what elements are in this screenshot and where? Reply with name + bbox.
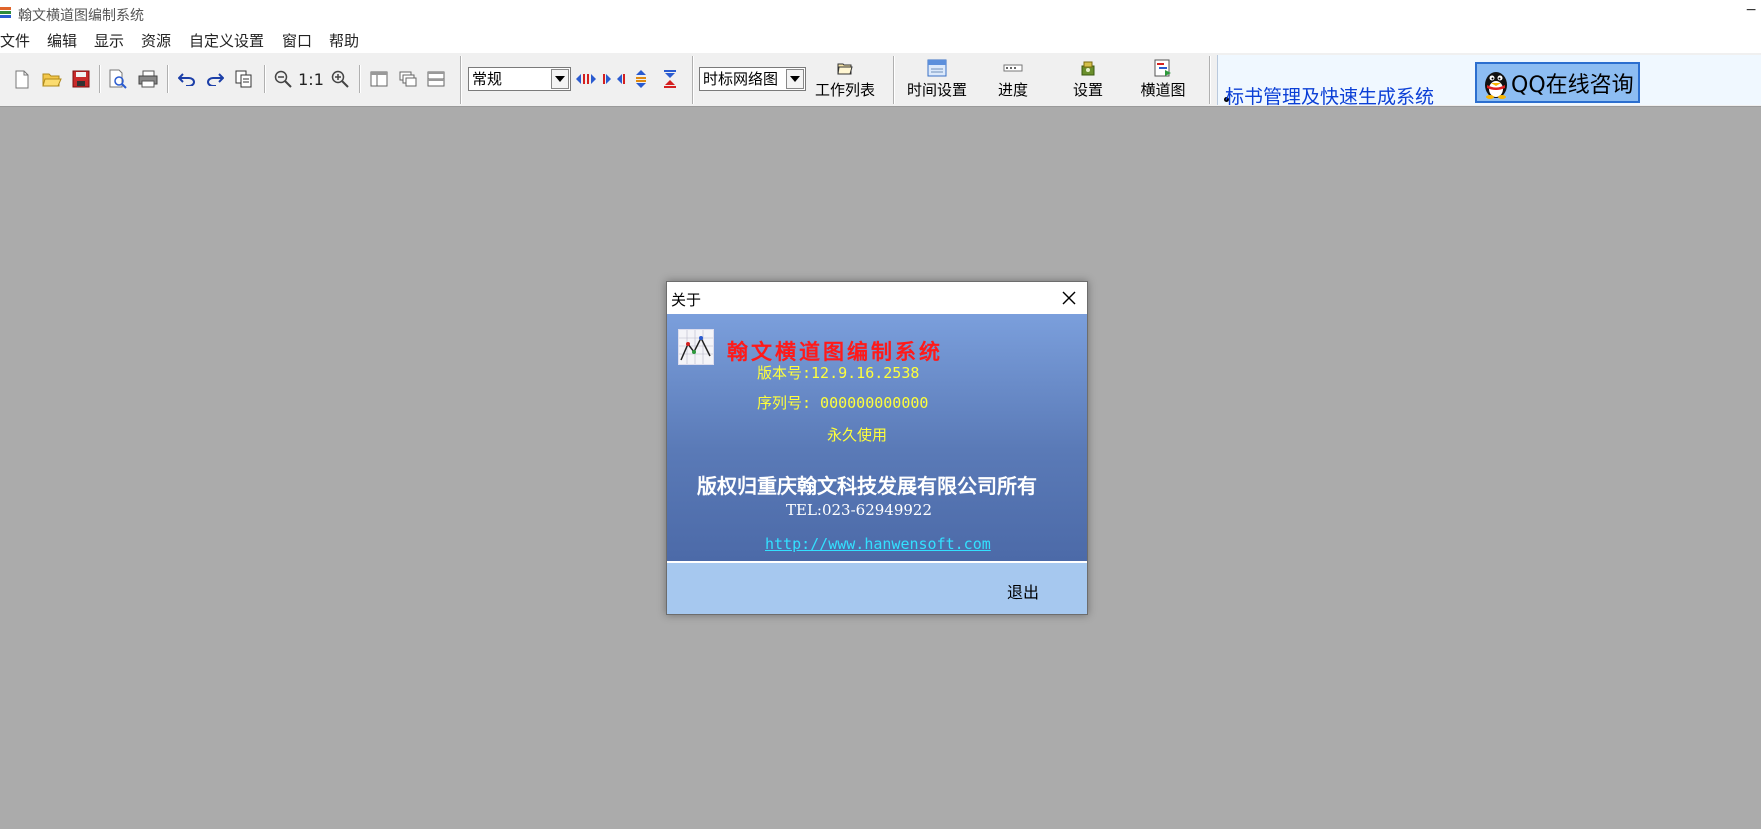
serial-number-text: 序列号: 000000000000 [757,394,929,412]
zoom-in-icon[interactable] [329,68,351,90]
menu-bar: 文件 编辑 显示 资源 自定义设置 窗口 帮助 [0,27,1761,53]
calendar-icon [927,59,947,77]
chevron-down-icon[interactable] [551,69,569,89]
close-icon[interactable] [1059,288,1079,308]
window-titlebar: 翰文横道图编制系统 − [0,0,1761,27]
toolbar-separator [167,65,169,93]
progress-label: 进度 [997,81,1028,99]
shrink-vertical-icon[interactable] [659,68,681,90]
gantt-chart-icon [1153,59,1173,77]
settings-icon [1078,59,1098,77]
toolbar-separator [893,56,895,104]
undo-icon[interactable] [176,68,198,90]
menu-resources[interactable]: 资源 [141,30,171,51]
version-text: 版本号:12.9.16.2538 [757,364,920,382]
license-text: 永久使用 [827,426,888,444]
split-rows-icon[interactable] [425,68,447,90]
menu-view[interactable]: 显示 [94,30,124,51]
work-list-label: 工作列表 [814,81,875,99]
bid-management-link[interactable]: 标书管理及快速生成系统 [1225,82,1434,109]
redo-icon[interactable] [204,68,226,90]
progress-bar-icon [1003,59,1023,77]
dialog-body: 翰文横道图编制系统 版本号:12.9.16.2538 序列号: 00000000… [667,314,1087,562]
shrink-horizontal-icon[interactable] [603,68,625,90]
gantt-chart-button[interactable]: 横道图 [1134,59,1192,101]
new-file-icon[interactable] [11,68,33,90]
menu-custom-settings[interactable]: 自定义设置 [189,30,264,51]
expand-vertical-icon[interactable] [630,68,652,90]
toolbar-separator [460,56,462,104]
menu-file[interactable]: 文件 [0,30,30,51]
folder-icon [835,59,855,77]
penguin-icon [1481,66,1511,100]
style-select[interactable]: 常规 [468,67,571,91]
work-list-button[interactable]: 工作列表 [812,59,878,101]
print-icon[interactable] [137,68,159,90]
toolbar-separator [359,65,361,93]
app-icon [0,5,12,20]
toolbar-separator [692,56,694,104]
style-select-value: 常规 [472,70,503,88]
menu-help[interactable]: 帮助 [329,30,359,51]
exit-button[interactable]: 退出 [1007,579,1039,603]
dialog-footer: 退出 [667,563,1087,614]
zoom-out-icon[interactable] [272,68,294,90]
expand-horizontal-icon[interactable] [575,68,597,90]
print-preview-icon[interactable] [107,68,129,90]
website-link[interactable]: http://www.hanwensoft.com [765,535,991,553]
zoom-reset-button[interactable]: 1:1 [298,68,324,90]
progress-button[interactable]: 进度 [987,59,1039,101]
about-dialog: 关于 翰文横道图编制系统 版本号:12.9.16.2538 序列号: 00000… [666,281,1088,615]
chevron-down-icon[interactable] [786,69,804,89]
copy-icon[interactable] [233,68,255,90]
time-settings-button[interactable]: 时间设置 [902,59,972,101]
window-title: 翰文横道图编制系统 [18,8,144,24]
cascade-windows-icon[interactable] [397,68,419,90]
split-columns-icon[interactable] [368,68,390,90]
toolbar-separator [1209,56,1211,104]
qq-consult-label: QQ在线咨询 [1511,72,1634,98]
settings-label: 设置 [1072,81,1103,99]
dialog-title: 关于 [671,291,702,309]
view-mode-select-value: 时标网络图 [703,70,779,88]
telephone-text: TEL:023-62949922 [786,501,933,519]
open-folder-icon[interactable] [41,68,63,90]
app-logo-icon [678,329,714,365]
qq-consult-button[interactable]: QQ在线咨询 [1475,62,1640,103]
toolbar-separator [99,65,101,93]
toolbar-separator [264,65,266,93]
gantt-chart-label: 横道图 [1140,81,1186,99]
copyright-text: 版权归重庆翰文科技发展有限公司所有 [697,474,1037,498]
save-icon[interactable] [70,68,92,90]
view-mode-select[interactable]: 时标网络图 [699,67,806,91]
time-settings-label: 时间设置 [906,81,967,99]
menu-edit[interactable]: 编辑 [47,30,77,51]
minimize-button[interactable]: − [1745,2,1757,18]
dialog-titlebar: 关于 [667,282,1087,314]
menu-window[interactable]: 窗口 [282,30,312,51]
settings-button[interactable]: 设置 [1062,59,1114,101]
